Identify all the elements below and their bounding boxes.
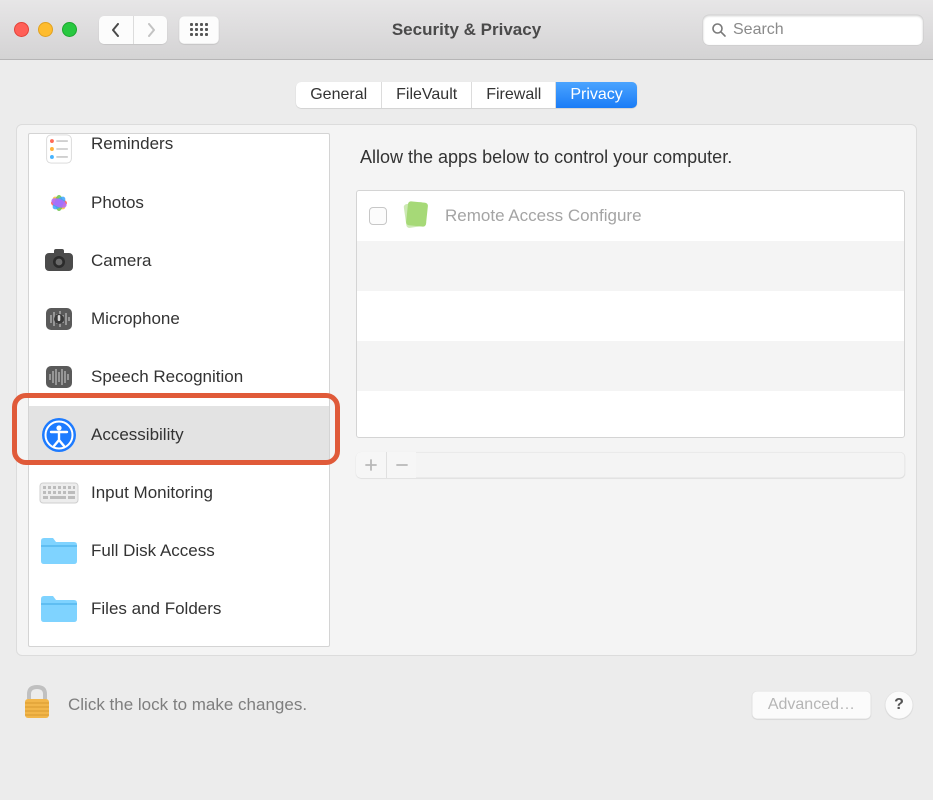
zoom-window-button[interactable] — [62, 22, 77, 37]
sidebar-item-accessibility[interactable]: Accessibility — [29, 406, 329, 464]
lock-hint-text: Click the lock to make changes. — [68, 695, 307, 715]
tab-general[interactable]: General — [296, 82, 381, 108]
reminders-icon — [39, 134, 79, 164]
accessibility-icon — [39, 415, 79, 455]
lock-icon[interactable] — [20, 682, 54, 727]
plus-icon — [365, 459, 377, 471]
keyboard-icon — [39, 473, 79, 513]
sidebar-item-label: Full Disk Access — [91, 541, 215, 561]
privacy-panel: Reminders Photos — [16, 124, 917, 656]
app-row[interactable]: Remote Access Configure — [357, 191, 904, 241]
content-area: General FileVault Firewall Privacy Remin… — [0, 60, 933, 800]
tab-privacy[interactable]: Privacy — [555, 82, 636, 108]
add-remove-segment — [356, 452, 905, 478]
window-toolbar: Security & Privacy — [0, 0, 933, 60]
sidebar-item-reminders[interactable]: Reminders — [29, 134, 329, 174]
advanced-button[interactable]: Advanced… — [752, 691, 871, 719]
back-button[interactable] — [99, 16, 133, 44]
nav-segment — [99, 16, 167, 44]
sidebar-item-photos[interactable]: Photos — [29, 174, 329, 232]
search-icon — [711, 22, 727, 38]
folder-icon — [39, 531, 79, 571]
minus-icon — [396, 459, 408, 471]
sidebar-item-microphone[interactable]: Microphone — [29, 290, 329, 348]
chevron-right-icon — [146, 23, 156, 37]
speech-recognition-icon — [39, 357, 79, 397]
help-button[interactable]: ? — [885, 691, 913, 719]
traffic-lights — [14, 22, 77, 37]
sidebar-item-files-and-folders[interactable]: Files and Folders — [29, 580, 329, 638]
tab-firewall[interactable]: Firewall — [471, 82, 555, 108]
sidebar-item-label: Photos — [91, 193, 144, 213]
sidebar-item-label: Files and Folders — [91, 599, 221, 619]
close-window-button[interactable] — [14, 22, 29, 37]
camera-icon — [39, 241, 79, 281]
detail-pane: Allow the apps below to control your com… — [356, 133, 905, 647]
privacy-category-list[interactable]: Reminders Photos — [28, 133, 330, 647]
sidebar-item-input-monitoring[interactable]: Input Monitoring — [29, 464, 329, 522]
tab-filevault[interactable]: FileVault — [381, 82, 471, 108]
sidebar-item-speech-recognition[interactable]: Speech Recognition — [29, 348, 329, 406]
sidebar-item-label: Camera — [91, 251, 151, 271]
app-checkbox[interactable] — [369, 207, 387, 225]
tab-bar: General FileVault Firewall Privacy — [16, 60, 917, 124]
app-row-empty — [357, 341, 904, 391]
show-all-button[interactable] — [179, 16, 219, 44]
microphone-icon — [39, 299, 79, 339]
app-row-empty — [357, 241, 904, 291]
search-wrap — [703, 15, 923, 45]
app-name: Remote Access Configure — [445, 206, 642, 226]
app-icon — [399, 197, 433, 236]
app-list[interactable]: Remote Access Configure — [356, 190, 905, 438]
detail-prompt: Allow the apps below to control your com… — [356, 133, 905, 190]
sidebar-item-label: Reminders — [91, 134, 173, 154]
chevron-left-icon — [111, 23, 121, 37]
tabs-segment: General FileVault Firewall Privacy — [296, 82, 637, 108]
search-input[interactable] — [703, 15, 923, 45]
app-row-empty — [357, 291, 904, 341]
grid-icon — [190, 23, 208, 36]
photos-icon — [39, 183, 79, 223]
sidebar-item-label: Input Monitoring — [91, 483, 213, 503]
footer: Click the lock to make changes. Advanced… — [16, 682, 917, 727]
app-row-empty — [357, 391, 904, 438]
minimize-window-button[interactable] — [38, 22, 53, 37]
sidebar-item-label: Speech Recognition — [91, 367, 243, 387]
add-button[interactable] — [356, 452, 386, 478]
sidebar-item-label: Microphone — [91, 309, 180, 329]
sidebar-item-label: Accessibility — [91, 425, 184, 445]
sidebar-item-full-disk-access[interactable]: Full Disk Access — [29, 522, 329, 580]
sidebar-item-camera[interactable]: Camera — [29, 232, 329, 290]
remove-button[interactable] — [386, 452, 416, 478]
forward-button[interactable] — [133, 16, 167, 44]
folder-icon — [39, 589, 79, 629]
